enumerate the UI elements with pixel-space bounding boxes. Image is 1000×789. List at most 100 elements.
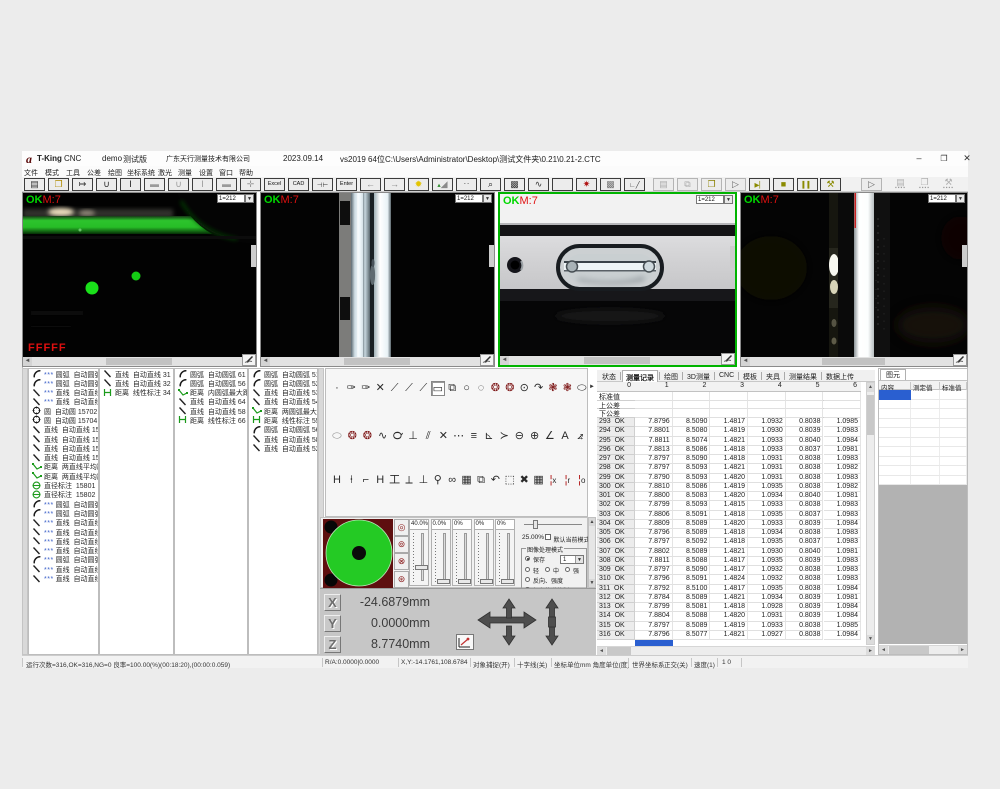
result-cell[interactable]: 0.8040 bbox=[786, 548, 824, 557]
result-cell[interactable]: 1.0934 bbox=[748, 529, 786, 538]
undo-icon[interactable]: ↶ bbox=[488, 473, 502, 488]
line-icon[interactable]: ⟋ bbox=[388, 381, 402, 396]
row-header[interactable]: 300 OK bbox=[597, 483, 635, 492]
row-header[interactable]: 313 OK bbox=[597, 603, 635, 612]
result-cell[interactable]: 0.8039 bbox=[786, 427, 824, 436]
result-cell[interactable]: 1.0935 bbox=[748, 511, 786, 520]
toolbar-laser-star[interactable]: ✷ bbox=[576, 178, 597, 191]
element-cell[interactable] bbox=[879, 447, 911, 456]
result-cell[interactable]: 0.8038 bbox=[786, 585, 824, 594]
toolbar-save-all[interactable]: ⧉ bbox=[677, 178, 698, 191]
scroll-left-icon[interactable]: ◄ bbox=[597, 647, 606, 655]
point-icon[interactable]: · bbox=[330, 381, 344, 396]
result-cell[interactable]: 8.5086 bbox=[673, 446, 711, 455]
circle-ticks-icon[interactable]: ◌ bbox=[474, 381, 488, 396]
row-header[interactable]: 293 OK bbox=[597, 418, 635, 427]
result-cell[interactable]: 1.0933 bbox=[748, 446, 786, 455]
column-header-0[interactable]: 0 bbox=[597, 382, 631, 389]
result-cell[interactable]: 7.8804 bbox=[635, 612, 673, 621]
result-cell[interactable]: 1.0934 bbox=[748, 594, 786, 603]
element-cell[interactable] bbox=[940, 476, 967, 485]
result-cell[interactable]: 1.0984 bbox=[824, 631, 862, 640]
slider-thumb[interactable] bbox=[437, 579, 450, 584]
row-header[interactable]: 310 OK bbox=[597, 575, 635, 584]
result-cell[interactable]: 1.0931 bbox=[748, 474, 786, 483]
result-cell[interactable]: 1.0984 bbox=[824, 612, 862, 621]
element-cell[interactable] bbox=[911, 466, 940, 475]
calculator-icon[interactable]: ▦ bbox=[460, 473, 474, 488]
measure-item[interactable]: 距离 线性标注 34 bbox=[100, 388, 173, 397]
result-cell[interactable]: 1.0930 bbox=[748, 548, 786, 557]
element-tab[interactable]: 图元 bbox=[880, 369, 906, 380]
measure-item[interactable]: *** 直线 自动直线 bbox=[29, 527, 98, 536]
measure-item[interactable]: 圆弧 自动圆弧 51 bbox=[249, 369, 317, 378]
triple-line-icon[interactable]: ≡ bbox=[467, 429, 481, 444]
results-vscroll-thumb[interactable] bbox=[867, 395, 874, 435]
result-cell[interactable]: 7.8797 bbox=[635, 622, 673, 631]
result-cell[interactable]: 1.0983 bbox=[824, 427, 862, 436]
toolbar-build-tools[interactable]: ⚒ bbox=[820, 178, 841, 191]
result-cell[interactable]: 1.4818 bbox=[710, 455, 748, 464]
row-header[interactable]: 299 OK bbox=[597, 474, 635, 483]
ring-outer-button[interactable]: ◎ bbox=[394, 519, 409, 536]
result-cell[interactable]: 7.8813 bbox=[635, 446, 673, 455]
toolbar-checker-pattern[interactable]: ▩ bbox=[504, 178, 525, 191]
element-cell[interactable] bbox=[940, 428, 967, 437]
measure-item[interactable]: 直径标注 15801 bbox=[29, 481, 98, 490]
result-cell[interactable]: 7.8797 bbox=[635, 566, 673, 575]
element-cell[interactable] bbox=[879, 457, 911, 466]
slider-track[interactable] bbox=[486, 533, 489, 581]
marker-x-icon[interactable]: ¦x bbox=[546, 473, 560, 488]
toolbar-minus-minus[interactable]: - - bbox=[456, 178, 477, 191]
column-header-6[interactable]: 6 bbox=[824, 382, 858, 389]
toolbar-block-right[interactable]: ▬ bbox=[216, 178, 237, 191]
camera-zoom-combo-2[interactable]: 1=212▼ bbox=[455, 194, 492, 203]
element-cell[interactable] bbox=[911, 400, 940, 409]
camera-pan-tool-button[interactable] bbox=[480, 354, 494, 366]
tab-CNC[interactable]: CNC bbox=[716, 370, 737, 380]
scroll-left-icon[interactable]: ◄ bbox=[741, 357, 750, 366]
results-hscrollbar[interactable]: ◄ ► bbox=[597, 646, 875, 655]
result-cell[interactable]: 0.8038 bbox=[786, 631, 824, 640]
result-cell[interactable]: 1.0981 bbox=[824, 492, 862, 501]
toolbar-tools-dots[interactable]: ⚒▪▪▪▪ bbox=[938, 178, 959, 191]
camera-hscrollbar[interactable]: ◄ bbox=[261, 357, 480, 366]
result-cell[interactable]: 1.4820 bbox=[710, 520, 748, 529]
slider-track[interactable] bbox=[507, 533, 510, 581]
empty-cell[interactable] bbox=[673, 409, 711, 418]
cross-point-icon[interactable]: ✕ bbox=[436, 429, 450, 444]
measure-item[interactable]: 直线 自动直线 64 bbox=[175, 397, 247, 406]
result-cell[interactable]: 0.8037 bbox=[786, 538, 824, 547]
result-cell[interactable]: 7.8790 bbox=[635, 474, 673, 483]
circle-scan-2-icon[interactable]: ❂ bbox=[503, 381, 517, 396]
ring-multi-button[interactable]: ⊛ bbox=[394, 571, 409, 588]
result-cell[interactable]: 1.0981 bbox=[824, 446, 862, 455]
element-cell[interactable] bbox=[879, 419, 911, 428]
result-cell[interactable]: 0.8039 bbox=[786, 520, 824, 529]
element-selected-cell[interactable] bbox=[879, 390, 911, 400]
camera-image-2[interactable] bbox=[261, 193, 494, 357]
toolbar-open-file[interactable]: ❐ bbox=[48, 178, 69, 191]
scroll-right-icon[interactable]: ► bbox=[866, 647, 875, 655]
result-cell[interactable]: 0.8038 bbox=[786, 529, 824, 538]
toolbar-measure-line[interactable]: ↦ bbox=[72, 178, 93, 191]
result-cell[interactable]: 1.0985 bbox=[824, 622, 862, 631]
slider-track[interactable] bbox=[443, 533, 446, 581]
result-cell[interactable]: 8.5089 bbox=[673, 529, 711, 538]
result-cell[interactable]: 8.5088 bbox=[673, 612, 711, 621]
result-cell[interactable]: 8.5089 bbox=[673, 594, 711, 603]
circle-scan-icon[interactable]: ❂ bbox=[488, 381, 502, 396]
measure-item[interactable]: 距离 两圆弧最大距 bbox=[249, 406, 317, 415]
element-cell[interactable] bbox=[879, 476, 911, 485]
dashed-rect-icon[interactable]: ⬚ bbox=[503, 473, 517, 488]
results-hscroll-thumb[interactable] bbox=[607, 647, 631, 655]
table-grid-icon[interactable]: ▦ bbox=[532, 473, 546, 488]
pick-element-2-icon[interactable]: ✑ bbox=[359, 381, 373, 396]
result-cell[interactable]: 0.8039 bbox=[786, 594, 824, 603]
element-cell[interactable] bbox=[911, 476, 940, 485]
toolbar-export-cad[interactable]: CAD bbox=[288, 178, 309, 191]
element-cell[interactable] bbox=[940, 466, 967, 475]
element-hscrollbar[interactable]: ◄ ► bbox=[879, 645, 967, 654]
measure-item[interactable]: *** 圆弧 自动圆弧 bbox=[29, 555, 98, 564]
camera-pane-4[interactable]: OKM:71=212▼◄ bbox=[740, 192, 968, 367]
